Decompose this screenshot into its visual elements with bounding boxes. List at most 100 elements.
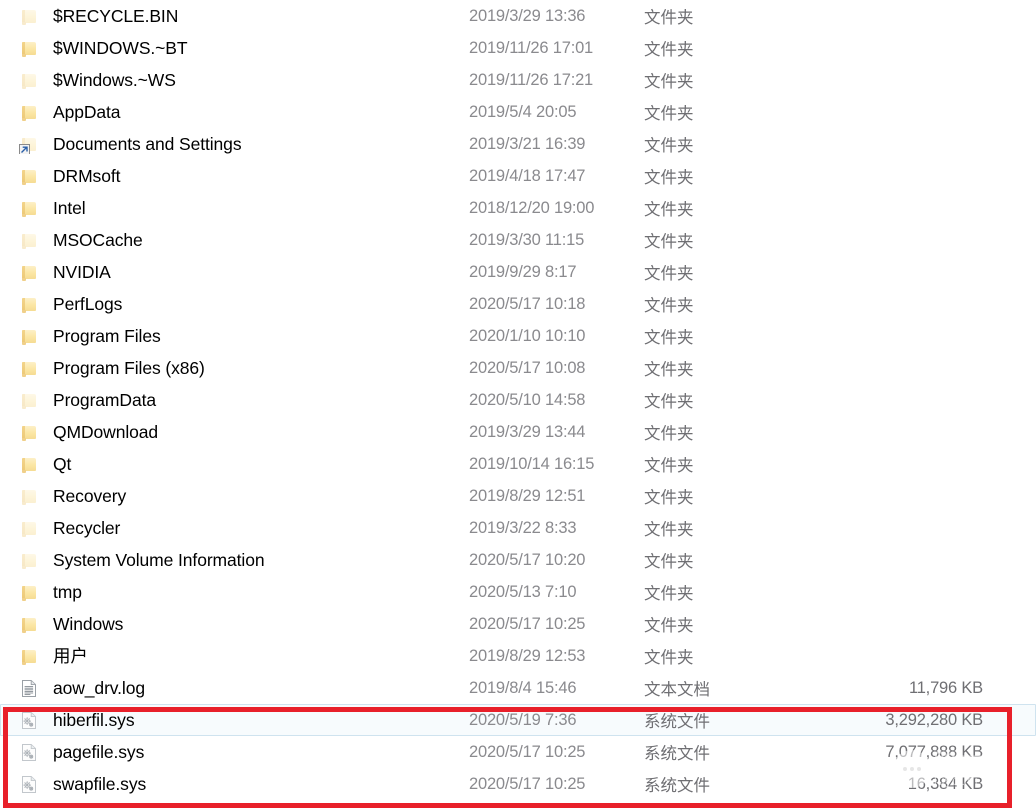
table-row[interactable]: aow_drv.log2019/8/4 15:46文本文档11,796 KB	[0, 672, 1036, 704]
file-name-cell[interactable]: $Windows.~WS	[1, 71, 469, 90]
folder-icon	[21, 295, 37, 313]
table-row[interactable]: Recovery2019/8/29 12:51文件夹	[0, 480, 1036, 512]
file-name-cell[interactable]: Recycler	[1, 519, 469, 538]
date-modified-cell: 2019/3/29 13:36	[469, 7, 644, 26]
system-file-icon	[21, 775, 37, 793]
file-list[interactable]: $RECYCLE.BIN2019/3/29 13:36文件夹$WINDOWS.~…	[0, 0, 1036, 812]
file-name-cell[interactable]: ProgramData	[1, 391, 469, 410]
table-row[interactable]: 用户2019/8/29 12:53文件夹	[0, 640, 1036, 672]
table-row[interactable]: Intel2018/12/20 19:00文件夹	[0, 192, 1036, 224]
folder-icon	[21, 615, 37, 633]
folder-icon	[21, 423, 37, 441]
file-name-cell[interactable]: PerfLogs	[1, 295, 469, 314]
file-name-label: pagefile.sys	[53, 743, 144, 762]
file-name-label: Documents and Settings	[53, 135, 241, 154]
table-row[interactable]: NVIDIA2019/9/29 8:17文件夹	[0, 256, 1036, 288]
table-row[interactable]: Program Files (x86)2020/5/17 10:08文件夹	[0, 352, 1036, 384]
table-row[interactable]: Qt2019/10/14 16:15文件夹	[0, 448, 1036, 480]
file-name-cell[interactable]: Program Files	[1, 327, 469, 346]
date-modified-cell: 2019/3/30 11:15	[469, 231, 644, 250]
file-type-cell: 文件夹	[644, 228, 794, 252]
table-row[interactable]: System Volume Information2020/5/17 10:20…	[0, 544, 1036, 576]
file-type-cell: 文件夹	[644, 516, 794, 540]
file-name-cell[interactable]: MSOCache	[1, 231, 469, 250]
file-type-cell: 系统文件	[644, 740, 794, 764]
table-row[interactable]: $WINDOWS.~BT2019/11/26 17:01文件夹	[0, 32, 1036, 64]
file-name-label: $Windows.~WS	[53, 71, 176, 90]
table-row[interactable]: Windows2020/5/17 10:25文件夹	[0, 608, 1036, 640]
date-modified-cell: 2019/11/26 17:21	[469, 71, 644, 90]
file-name-label: Recovery	[53, 487, 126, 506]
table-row[interactable]: DRMsoft2019/4/18 17:47文件夹	[0, 160, 1036, 192]
table-row[interactable]: $Windows.~WS2019/11/26 17:21文件夹	[0, 64, 1036, 96]
folder-icon	[21, 583, 37, 601]
file-name-label: aow_drv.log	[53, 679, 145, 698]
table-row[interactable]: AppData2019/5/4 20:05文件夹	[0, 96, 1036, 128]
file-name-cell[interactable]: Qt	[1, 455, 469, 474]
file-name-label: QMDownload	[53, 423, 158, 442]
file-type-cell: 文件夹	[644, 132, 794, 156]
file-name-cell[interactable]: $RECYCLE.BIN	[1, 7, 469, 26]
folder-icon	[21, 167, 37, 185]
file-name-cell[interactable]: tmp	[1, 583, 469, 602]
file-name-cell[interactable]: DRMsoft	[1, 167, 469, 186]
table-row[interactable]: Documents and Settings2019/3/21 16:39文件夹	[0, 128, 1036, 160]
file-name-label: NVIDIA	[53, 263, 111, 282]
file-name-cell[interactable]: System Volume Information	[1, 551, 469, 570]
folder-icon	[21, 551, 37, 569]
table-row[interactable]: hiberfil.sys2020/5/19 7:36系统文件3,292,280 …	[0, 704, 1036, 736]
folder-icon	[21, 71, 37, 89]
table-row[interactable]: $RECYCLE.BIN2019/3/29 13:36文件夹	[0, 0, 1036, 32]
file-type-cell: 文件夹	[644, 196, 794, 220]
date-modified-cell: 2019/8/4 15:46	[469, 679, 644, 698]
file-name-cell[interactable]: $WINDOWS.~BT	[1, 39, 469, 58]
system-file-icon	[21, 743, 37, 761]
table-row[interactable]: MSOCache2019/3/30 11:15文件夹	[0, 224, 1036, 256]
table-row[interactable]: QMDownload2019/3/29 13:44文件夹	[0, 416, 1036, 448]
date-modified-cell: 2020/5/17 10:18	[469, 295, 644, 314]
file-name-cell[interactable]: aow_drv.log	[1, 679, 469, 698]
table-row[interactable]: ProgramData2020/5/10 14:58文件夹	[0, 384, 1036, 416]
table-row[interactable]: pagefile.sys2020/5/17 10:25系统文件7,077,888…	[0, 736, 1036, 768]
file-name-label: AppData	[53, 103, 120, 122]
file-size-cell: 16,384 KB	[794, 775, 1035, 794]
folder-icon	[21, 231, 37, 249]
folder-icon	[21, 7, 37, 25]
file-name-cell[interactable]: NVIDIA	[1, 263, 469, 282]
file-name-label: Windows	[53, 615, 123, 634]
date-modified-cell: 2020/5/19 7:36	[469, 711, 644, 730]
file-name-cell[interactable]: Recovery	[1, 487, 469, 506]
file-name-cell[interactable]: pagefile.sys	[1, 743, 469, 762]
file-name-cell[interactable]: AppData	[1, 103, 469, 122]
file-name-label: hiberfil.sys	[53, 711, 134, 730]
folder-icon	[21, 487, 37, 505]
folder-icon	[21, 391, 37, 409]
table-row[interactable]: tmp2020/5/13 7:10文件夹	[0, 576, 1036, 608]
file-name-cell[interactable]: QMDownload	[1, 423, 469, 442]
file-name-cell[interactable]: Documents and Settings	[1, 135, 469, 154]
table-row[interactable]: Program Files2020/1/10 10:10文件夹	[0, 320, 1036, 352]
file-name-cell[interactable]: 用户	[1, 647, 469, 666]
system-file-icon	[21, 711, 37, 729]
date-modified-cell: 2019/9/29 8:17	[469, 263, 644, 282]
table-row[interactable]: Recycler2019/3/22 8:33文件夹	[0, 512, 1036, 544]
folder-icon	[21, 647, 37, 665]
table-row[interactable]: PerfLogs2020/5/17 10:18文件夹	[0, 288, 1036, 320]
file-name-cell[interactable]: Intel	[1, 199, 469, 218]
file-name-cell[interactable]: Program Files (x86)	[1, 359, 469, 378]
file-name-label: tmp	[53, 583, 82, 602]
file-type-cell: 文件夹	[644, 580, 794, 604]
file-type-cell: 文件夹	[644, 4, 794, 28]
file-name-label: System Volume Information	[53, 551, 264, 570]
file-name-label: Program Files	[53, 327, 161, 346]
table-row[interactable]: swapfile.sys2020/5/17 10:25系统文件16,384 KB	[0, 768, 1036, 800]
file-type-cell: 文件夹	[644, 548, 794, 572]
file-name-cell[interactable]: swapfile.sys	[1, 775, 469, 794]
file-name-label: ProgramData	[53, 391, 156, 410]
file-name-cell[interactable]: hiberfil.sys	[1, 711, 469, 730]
date-modified-cell: 2020/5/10 14:58	[469, 391, 644, 410]
folder-icon	[21, 519, 37, 537]
date-modified-cell: 2019/11/26 17:01	[469, 39, 644, 58]
file-name-label: swapfile.sys	[53, 775, 146, 794]
file-name-cell[interactable]: Windows	[1, 615, 469, 634]
